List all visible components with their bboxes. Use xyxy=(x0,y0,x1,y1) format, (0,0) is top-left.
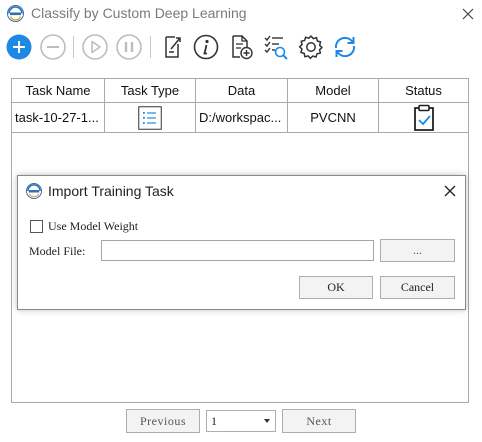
checklist-search-icon xyxy=(264,35,288,60)
column-header-task-type[interactable]: Task Type xyxy=(105,79,196,103)
cell-status xyxy=(379,103,468,133)
model-file-input[interactable] xyxy=(101,240,374,261)
close-icon[interactable] xyxy=(458,4,478,24)
info-button[interactable] xyxy=(191,32,221,62)
refresh-icon xyxy=(334,36,356,58)
previous-page-button[interactable]: Previous xyxy=(126,409,200,433)
chevron-down-icon xyxy=(264,419,270,423)
info-icon xyxy=(193,34,219,60)
dialog-title: Import Training Task xyxy=(48,183,174,199)
column-header-status[interactable]: Status xyxy=(379,79,468,103)
remove-button[interactable] xyxy=(38,32,68,62)
browse-button[interactable]: ... xyxy=(380,239,455,262)
toolbar-separator xyxy=(150,36,151,58)
column-header-data[interactable]: Data xyxy=(196,79,288,103)
import-training-task-dialog: Import Training Task Use Model Weight Mo… xyxy=(17,175,466,310)
app-logo-icon xyxy=(26,183,42,199)
checklist-search-button[interactable] xyxy=(260,32,290,62)
settings-icon xyxy=(298,35,323,60)
play-icon xyxy=(82,34,108,60)
page-select[interactable]: 1 xyxy=(206,410,276,432)
table-header: Task Name Task Type Data Model Status xyxy=(12,79,468,103)
next-page-button[interactable]: Next xyxy=(282,409,356,433)
app-logo-icon xyxy=(7,5,24,22)
model-file-label: Model File: xyxy=(29,244,86,258)
settings-button[interactable] xyxy=(296,32,326,62)
use-model-weight-checkbox[interactable] xyxy=(30,220,43,233)
toolbar-separator xyxy=(73,36,74,58)
column-header-model[interactable]: Model xyxy=(288,79,379,103)
add-icon xyxy=(6,34,32,60)
close-icon[interactable] xyxy=(441,182,459,200)
table-row[interactable]: task-10-27-1... D:/workspac... PVCNN xyxy=(12,103,468,133)
clipboard-check-icon xyxy=(413,104,434,131)
play-button[interactable] xyxy=(80,32,110,62)
toolbar xyxy=(0,30,482,64)
cell-model: PVCNN xyxy=(288,103,379,133)
export-button[interactable] xyxy=(157,32,187,62)
pause-button[interactable] xyxy=(114,32,144,62)
ok-button[interactable]: OK xyxy=(299,276,373,299)
cell-task-name: task-10-27-1... xyxy=(12,103,105,133)
list-icon xyxy=(138,105,162,130)
cancel-button[interactable]: Cancel xyxy=(380,276,455,299)
column-header-task-name[interactable]: Task Name xyxy=(12,79,105,103)
remove-icon xyxy=(40,34,66,60)
add-file-button[interactable] xyxy=(226,32,256,62)
title-bar: Classify by Custom Deep Learning xyxy=(0,0,482,28)
pause-icon xyxy=(116,34,142,60)
cell-data: D:/workspac... xyxy=(196,103,288,133)
page-select-value: 1 xyxy=(211,414,217,428)
cell-task-type xyxy=(105,103,196,133)
add-file-icon xyxy=(232,35,253,60)
use-model-weight-label[interactable]: Use Model Weight xyxy=(48,219,138,234)
add-button[interactable] xyxy=(4,32,34,62)
export-icon xyxy=(165,36,181,58)
window-title: Classify by Custom Deep Learning xyxy=(31,5,247,21)
refresh-button[interactable] xyxy=(330,32,360,62)
